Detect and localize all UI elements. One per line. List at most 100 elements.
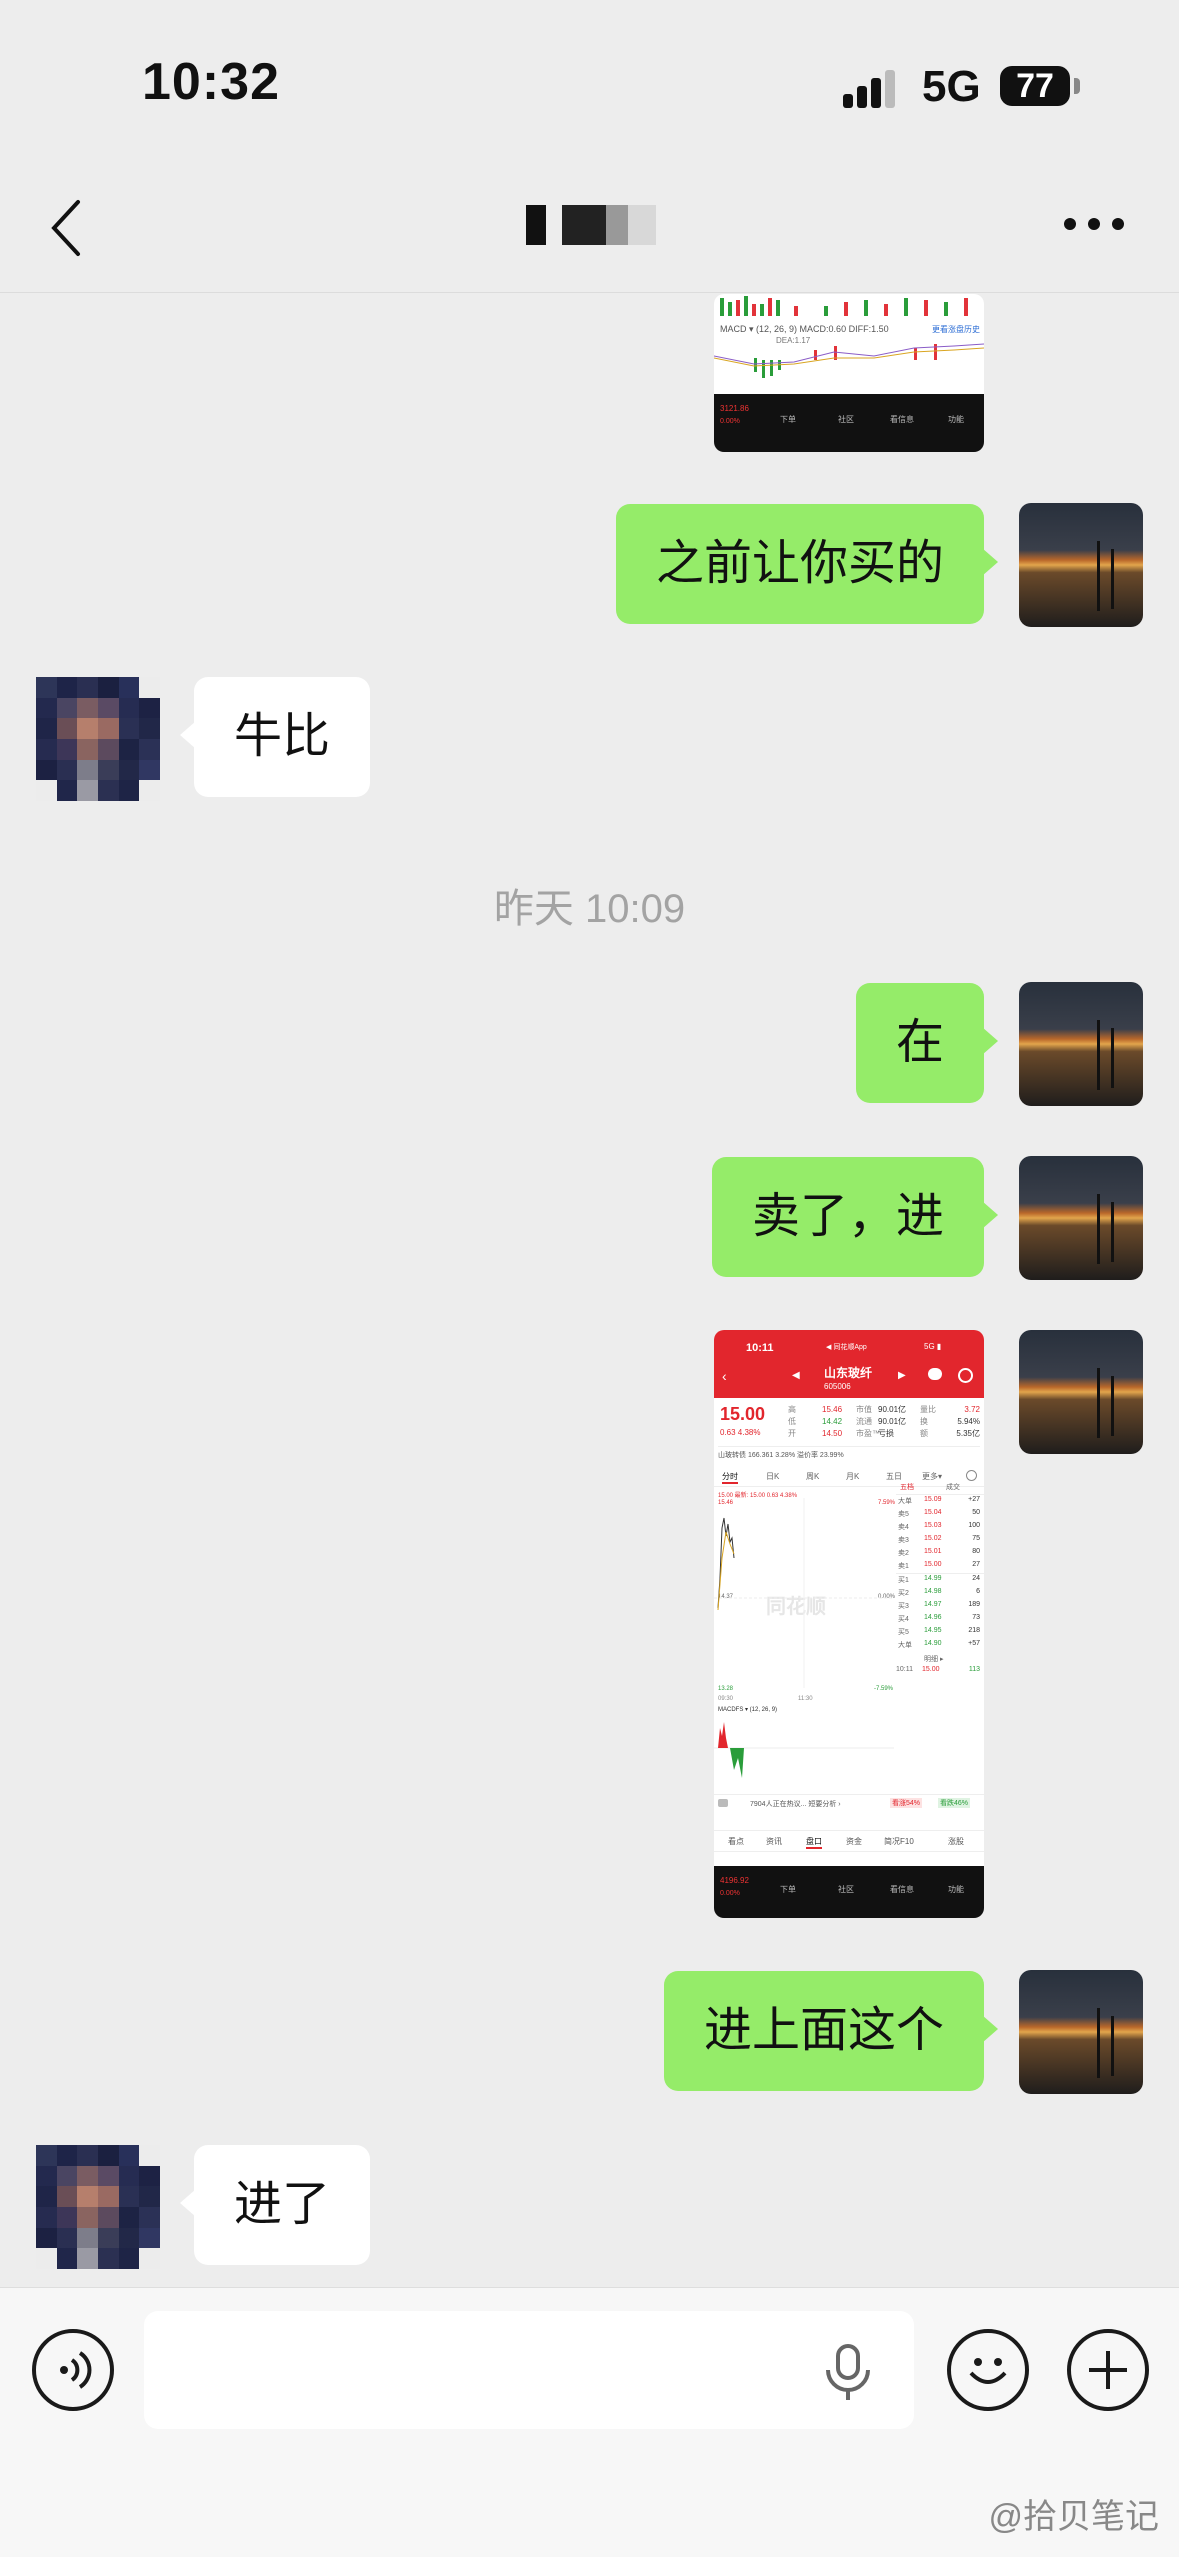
orderbook-row: 买4 14.96 73 [896, 1613, 984, 1626]
turn-value: 5.94% [957, 1417, 980, 1426]
message-bubble-sent[interactable]: 在 [855, 983, 999, 1103]
low-value: 14.42 [822, 1417, 843, 1426]
stock-bottom-tabs: 看点 资讯 盘口 资金 简况F10 涨股 [714, 1830, 984, 1852]
pe-value: 亏损 [878, 1429, 894, 1438]
orderbook-label: 卖1 [898, 1563, 909, 1570]
intraday-chart [714, 1498, 894, 1688]
toolbar-info[interactable]: 看信息 [890, 1884, 914, 1895]
tab-orderbook[interactable]: 盘口 [806, 1836, 822, 1849]
my-avatar[interactable] [1019, 982, 1143, 1106]
message-bubble-received[interactable]: 进了 [179, 2145, 371, 2265]
message-bubble-sent[interactable]: 之前让你买的 [615, 504, 999, 624]
tab-rise[interactable]: 涨股 [948, 1836, 964, 1847]
orderbook-price: 14.99 [924, 1575, 942, 1582]
toolbar-order[interactable]: 下单 [780, 414, 796, 425]
message-bubble-sent[interactable]: 进上面这个 [663, 1971, 999, 2091]
chevron-left-icon[interactable] [48, 198, 88, 258]
microphone-icon[interactable] [820, 2342, 876, 2402]
orderbook-volume: +27 [968, 1496, 980, 1503]
orderbook-row: 卖5 15.04 50 [896, 1508, 984, 1521]
message-bubble-sent[interactable]: 卖了，进 [711, 1157, 999, 1277]
search-icon[interactable] [958, 1368, 973, 1383]
high-label: 高 [788, 1405, 796, 1414]
toolbar-community[interactable]: 社区 [838, 414, 854, 425]
convertible-bond-row[interactable]: 山玻转债 166.361 3.28% 溢价率 23.99% [718, 1446, 980, 1460]
my-avatar[interactable] [1019, 1156, 1143, 1280]
tab-highlights[interactable]: 看点 [728, 1836, 744, 1847]
order-book: 五档 成交 大单 15.09 +27 卖5 15.04 50 卖4 15.03 100 卖3 15.… [896, 1480, 984, 1678]
index-value: 4196.92 [720, 1876, 749, 1885]
history-tag[interactable]: 更看涨盘历史 [932, 324, 980, 335]
stock-name: 山东玻纤 [824, 1366, 873, 1380]
orderbook-price: 15.01 [924, 1548, 942, 1555]
stock-screenshot-top[interactable]: MACD ▾ (12, 26, 9) MACD:0.60 DIFF:1.50 D… [714, 294, 984, 452]
tab-funds[interactable]: 资金 [846, 1836, 862, 1847]
orderbook-price: 15.03 [924, 1522, 942, 1529]
tab-daily[interactable]: 日K [766, 1471, 779, 1482]
toolbar-function[interactable]: 功能 [948, 1884, 964, 1895]
tab-f10[interactable]: 简况F10 [884, 1836, 914, 1847]
orderbook-price: 15.02 [924, 1535, 942, 1542]
more-dots-icon[interactable] [1064, 218, 1124, 232]
orderbook-price: 15.00 [924, 1561, 942, 1568]
prev-stock-icon[interactable]: ◀ [792, 1370, 800, 1381]
tab-weekly[interactable]: 周K [806, 1471, 819, 1482]
message-text: 在 [895, 1016, 944, 1069]
shot-back-icon[interactable]: ‹ [722, 1368, 727, 1384]
emoji-icon[interactable] [947, 2329, 1029, 2411]
orderbook-label: 买1 [898, 1577, 909, 1584]
toolbar-function[interactable]: 功能 [948, 414, 964, 425]
stock-screenshot[interactable]: 10:11 ◀ 同花顺App 5G ▮ ‹ ◀ 山东玻纤 605006 ▶ 15… [714, 1330, 984, 1918]
toolbar-info[interactable]: 看信息 [890, 414, 914, 425]
message-text: 之前让你买的 [655, 537, 944, 590]
next-stock-icon[interactable]: ▶ [898, 1370, 906, 1381]
tab-trades[interactable]: 成交 [946, 1482, 960, 1492]
tab-monthly[interactable]: 月K [846, 1471, 859, 1482]
message-input[interactable] [144, 2311, 914, 2429]
orderbook-label: 卖3 [898, 1537, 909, 1544]
macd-params: (12, 26, 9) MACD:0.60 DIFF:1.50 [756, 324, 889, 334]
news-row[interactable]: 7904人正在热议... 短要分析 › 看涨54% 看跌46% [714, 1794, 984, 1813]
plus-icon[interactable] [1067, 2329, 1149, 2411]
orderbook-row: 卖1 15.00 27 [896, 1560, 984, 1573]
my-avatar[interactable] [1019, 503, 1143, 627]
orderbook-row: 卖2 15.01 80 [896, 1547, 984, 1560]
orderbook-label: 卖5 [898, 1511, 909, 1518]
toolbar-order[interactable]: 下单 [780, 1884, 796, 1895]
float-value: 90.01亿 [878, 1417, 907, 1426]
orderbook-label: 卖4 [898, 1524, 909, 1531]
amt-value: 5.35亿 [956, 1429, 980, 1438]
tab-news[interactable]: 资讯 [766, 1836, 782, 1847]
contact-avatar[interactable] [36, 677, 160, 801]
orderbook-volume: 27 [972, 1561, 980, 1568]
macd-label: MACD [720, 324, 747, 334]
signal-icon [843, 68, 903, 108]
battery-icon: 77 [1000, 66, 1080, 106]
orderbook-volume: 6 [976, 1588, 980, 1595]
message-text: 进了 [234, 2178, 331, 2231]
message-bubble-received[interactable]: 牛比 [179, 677, 371, 797]
orderbook-price: 14.98 [924, 1588, 942, 1595]
tab-five-levels[interactable]: 五档 [900, 1482, 914, 1492]
tab-timeshare[interactable]: 分时 [722, 1471, 738, 1484]
orderbook-row: 卖3 15.02 75 [896, 1534, 984, 1547]
macdfs-label[interactable]: MACDFS ▾ (12, 26, 9) [718, 1706, 777, 1713]
my-avatar[interactable] [1019, 1970, 1143, 2094]
voice-icon[interactable] [32, 2329, 114, 2411]
orderbook-price: 15.09 [924, 1496, 942, 1503]
robot-icon[interactable] [928, 1368, 942, 1380]
contact-avatar[interactable] [36, 2145, 160, 2269]
bottom-toolbar: 4196.92 0.00% 下单 社区 看信息 功能 [714, 1866, 984, 1918]
mcap-value: 90.01亿 [878, 1405, 907, 1414]
detail-button[interactable]: 明细 ▸ [924, 1654, 943, 1664]
shot-app-hint: ◀ 同花顺App [826, 1344, 867, 1351]
chat-timestamp: 昨天 10:09 [493, 887, 686, 931]
float-label: 流通 [856, 1417, 872, 1426]
orderbook-label: 大单 [898, 1498, 912, 1505]
orderbook-row: 大单 15.09 +27 [896, 1495, 984, 1508]
message-text: 进上面这个 [703, 2004, 944, 2057]
toolbar-community[interactable]: 社区 [838, 1884, 854, 1895]
stock-header: 10:11 ◀ 同花顺App 5G ▮ ‹ ◀ 山东玻纤 605006 ▶ [714, 1330, 984, 1398]
pe-label: 市盈™ [856, 1429, 880, 1438]
my-avatar[interactable] [1019, 1330, 1143, 1454]
